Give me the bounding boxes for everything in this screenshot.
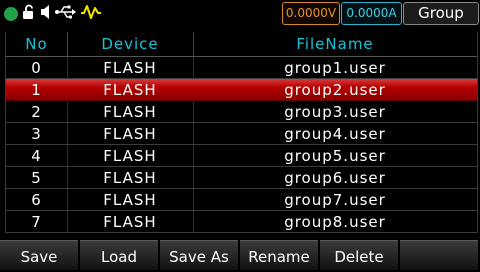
- status-led-icon: [4, 7, 18, 21]
- table-row-selected[interactable]: 1 FLASH group2.user: [6, 79, 477, 101]
- row-device: FLASH: [103, 169, 157, 187]
- load-button[interactable]: Load: [80, 240, 158, 270]
- table-row[interactable]: 3 FLASH group4.user: [6, 123, 477, 145]
- row-no: 3: [31, 125, 42, 143]
- status-icons: [4, 3, 105, 25]
- row-filename: group1.user: [284, 59, 386, 77]
- row-filename: group4.user: [284, 125, 386, 143]
- usb-icon: [55, 4, 77, 24]
- row-device: FLASH: [103, 191, 157, 209]
- unlock-icon: [21, 4, 37, 24]
- speaker-icon: [40, 4, 52, 24]
- current-readout: 0.0000A: [341, 2, 402, 25]
- row-device: FLASH: [103, 213, 157, 231]
- softkey-bar: Save Load Save As Rename Delete: [0, 240, 480, 272]
- table-header: No Device FileName: [6, 32, 477, 57]
- column-header-device: Device: [101, 35, 159, 53]
- row-filename: group8.user: [284, 213, 386, 231]
- file-table: No Device FileName 0 FLASH group1.user 1…: [5, 32, 478, 233]
- row-device: FLASH: [103, 147, 157, 165]
- row-filename: group5.user: [284, 147, 386, 165]
- row-device: FLASH: [103, 81, 157, 99]
- row-filename: group2.user: [284, 81, 386, 99]
- row-no: 0: [31, 59, 42, 77]
- table-row[interactable]: 7 FLASH group8.user: [6, 211, 477, 233]
- table-row[interactable]: 5 FLASH group6.user: [6, 167, 477, 189]
- blank-softkey[interactable]: [400, 240, 478, 270]
- column-header-filename: FileName: [296, 35, 374, 53]
- mode-indicator: Group: [403, 2, 479, 25]
- row-filename: group7.user: [284, 191, 386, 209]
- row-device: FLASH: [103, 125, 157, 143]
- row-no: 4: [31, 147, 42, 165]
- column-header-no: No: [25, 35, 48, 53]
- row-device: FLASH: [103, 59, 157, 77]
- row-no: 7: [31, 213, 42, 231]
- row-no: 1: [31, 81, 42, 99]
- delete-button[interactable]: Delete: [320, 240, 398, 270]
- row-no: 2: [31, 103, 42, 121]
- row-no: 6: [31, 191, 42, 209]
- row-filename: group3.user: [284, 103, 386, 121]
- waveform-icon: [80, 4, 102, 24]
- rename-button[interactable]: Rename: [240, 240, 318, 270]
- row-device: FLASH: [103, 103, 157, 121]
- row-no: 5: [31, 169, 42, 187]
- table-row[interactable]: 4 FLASH group5.user: [6, 145, 477, 167]
- status-bar: 0.0000V 0.0000A Group: [0, 0, 480, 27]
- table-row[interactable]: 2 FLASH group3.user: [6, 101, 477, 123]
- save-as-button[interactable]: Save As: [160, 240, 238, 270]
- table-row[interactable]: 6 FLASH group7.user: [6, 189, 477, 211]
- table-row[interactable]: 0 FLASH group1.user: [6, 57, 477, 79]
- save-button[interactable]: Save: [0, 240, 78, 270]
- row-filename: group6.user: [284, 169, 386, 187]
- voltage-readout: 0.0000V: [282, 2, 340, 25]
